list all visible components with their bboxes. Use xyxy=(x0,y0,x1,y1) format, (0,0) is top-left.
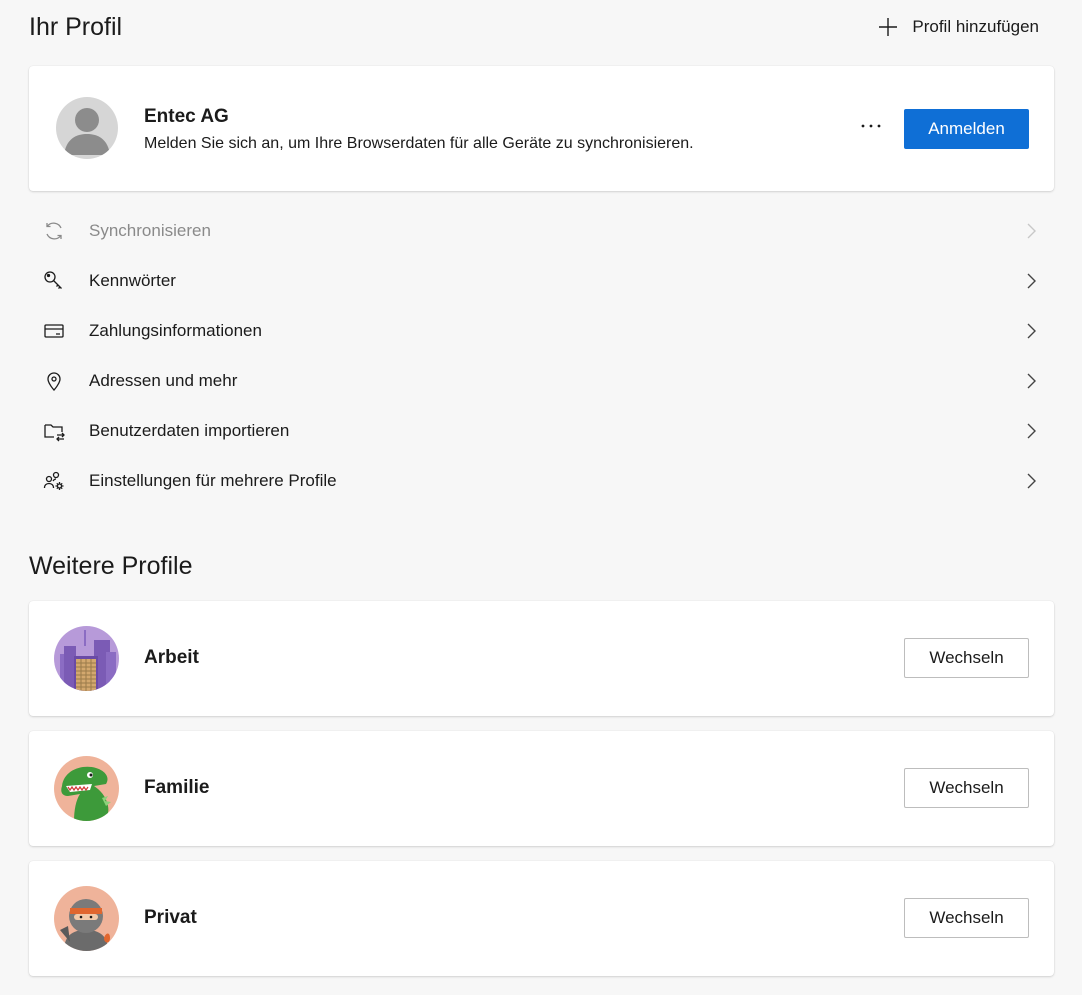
folder-import-icon xyxy=(42,419,66,443)
section-title-other-profiles: Weitere Profile xyxy=(29,552,193,580)
menu-label-sync: Synchronisieren xyxy=(89,221,211,240)
city-avatar-icon xyxy=(54,626,119,691)
more-options-button[interactable] xyxy=(859,114,883,138)
menu-label-import: Benutzerdaten importieren xyxy=(89,421,290,440)
menu-label-multi-profile: Einstellungen für mehrere Profile xyxy=(89,471,337,490)
profile-card-familie: Familie Wechseln xyxy=(29,731,1054,846)
profile-name: Arbeit xyxy=(144,647,199,668)
dinosaur-avatar-icon xyxy=(54,756,119,821)
sync-icon xyxy=(42,219,66,243)
chevron-right-icon xyxy=(1024,422,1038,440)
more-icon xyxy=(861,124,881,128)
profile-name: Privat xyxy=(144,907,197,928)
signin-button[interactable]: Anmelden xyxy=(904,109,1029,149)
switch-profile-button[interactable]: Wechseln xyxy=(904,768,1029,808)
key-icon xyxy=(42,269,66,293)
avatar xyxy=(56,97,118,159)
menu-item-addresses[interactable]: Adressen und mehr xyxy=(29,356,1054,406)
people-settings-icon xyxy=(42,469,66,493)
menu-label-passwords: Kennwörter xyxy=(89,271,176,290)
add-profile-button[interactable]: Profil hinzufügen xyxy=(878,12,1039,42)
profile-settings-list: Synchronisieren Kennwörter Zahlungsinfor… xyxy=(29,206,1054,506)
credit-card-icon xyxy=(42,319,66,343)
menu-item-sync[interactable]: Synchronisieren xyxy=(29,206,1054,256)
ninja-avatar-icon xyxy=(54,886,119,951)
page-title: Ihr Profil xyxy=(29,13,123,41)
menu-item-multi-profile-settings[interactable]: Einstellungen für mehrere Profile xyxy=(29,456,1054,506)
add-profile-label: Profil hinzufügen xyxy=(912,17,1039,36)
location-pin-icon xyxy=(42,369,66,393)
menu-label-payment: Zahlungsinformationen xyxy=(89,321,262,340)
chevron-right-icon xyxy=(1024,272,1038,290)
plus-icon xyxy=(878,17,898,37)
chevron-right-icon xyxy=(1024,472,1038,490)
switch-profile-button[interactable]: Wechseln xyxy=(904,898,1029,938)
profile-name: Familie xyxy=(144,777,210,798)
current-profile-card: Entec AG Melden Sie sich an, um Ihre Bro… xyxy=(29,66,1054,191)
chevron-right-icon xyxy=(1024,222,1038,240)
profile-name: Entec AG xyxy=(144,106,229,127)
switch-profile-button[interactable]: Wechseln xyxy=(904,638,1029,678)
profile-sync-hint: Melden Sie sich an, um Ihre Browserdaten… xyxy=(144,135,694,152)
chevron-right-icon xyxy=(1024,372,1038,390)
profile-card-privat: Privat Wechseln xyxy=(29,861,1054,976)
menu-item-passwords[interactable]: Kennwörter xyxy=(29,256,1054,306)
menu-item-payment[interactable]: Zahlungsinformationen xyxy=(29,306,1054,356)
profile-card-arbeit: Arbeit Wechseln xyxy=(29,601,1054,716)
menu-item-import[interactable]: Benutzerdaten importieren xyxy=(29,406,1054,456)
menu-label-addresses: Adressen und mehr xyxy=(89,371,238,390)
chevron-right-icon xyxy=(1024,322,1038,340)
